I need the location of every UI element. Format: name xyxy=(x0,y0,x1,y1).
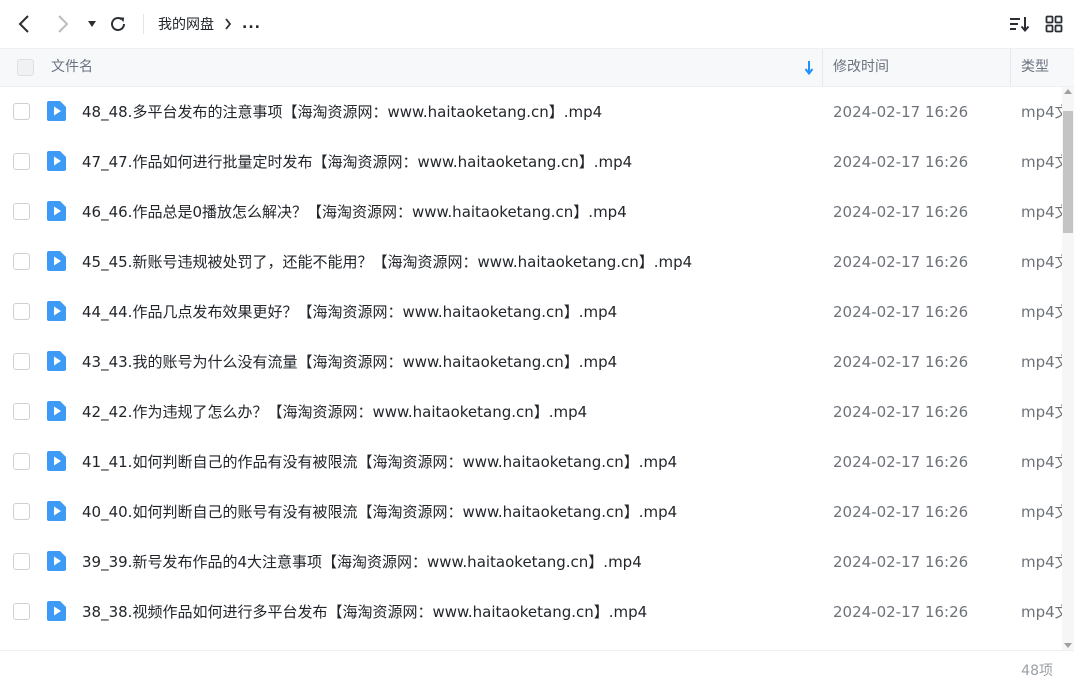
file-modified-time: 2024-02-17 16:26 xyxy=(833,103,969,121)
column-type-header[interactable]: 类型 xyxy=(1021,49,1049,86)
file-row[interactable]: 43_43.我的账号为什么没有流量【海淘资源网：www.haitaoketang… xyxy=(0,337,1062,387)
video-file-icon xyxy=(47,401,66,421)
grid-view-icon xyxy=(1045,15,1063,33)
file-name[interactable]: 48_48.多平台发布的注意事项【海淘资源网：www.haitaoketang.… xyxy=(82,87,602,137)
chevron-left-icon xyxy=(18,15,29,33)
row-checkbox[interactable] xyxy=(13,353,30,370)
file-modified-time: 2024-02-17 16:26 xyxy=(833,553,969,571)
file-name[interactable]: 43_43.我的账号为什么没有流量【海淘资源网：www.haitaoketang… xyxy=(82,337,617,387)
scrollbar-thumb[interactable] xyxy=(1063,111,1073,233)
breadcrumb-root[interactable]: 我的网盘 xyxy=(158,14,214,34)
column-modified-header[interactable]: 修改时间 xyxy=(833,49,889,86)
file-row[interactable]: 41_41.如何判断自己的作品有没有被限流【海淘资源网：www.haitaoke… xyxy=(0,437,1062,487)
chevron-right-icon xyxy=(224,18,232,30)
scroll-down-arrow-icon[interactable] xyxy=(1064,643,1072,648)
file-type: mp4文件 xyxy=(1021,103,1062,121)
video-file-icon xyxy=(47,201,66,221)
file-row[interactable]: 47_47.作品如何进行批量定时发布【海淘资源网：www.haitaoketan… xyxy=(0,137,1062,187)
file-type: mp4文件 xyxy=(1021,253,1062,271)
column-divider[interactable] xyxy=(1010,49,1011,86)
video-file-icon xyxy=(47,251,66,271)
row-checkbox[interactable] xyxy=(13,203,30,220)
grid-view-button[interactable] xyxy=(1042,12,1066,36)
row-checkbox[interactable] xyxy=(13,103,30,120)
video-file-icon xyxy=(47,101,66,121)
file-name[interactable]: 45_45.新账号违规被处罚了，还能不能用？【海淘资源网：www.haitaok… xyxy=(82,237,692,287)
file-type: mp4文件 xyxy=(1021,203,1062,221)
file-row[interactable]: 45_45.新账号违规被处罚了，还能不能用？【海淘资源网：www.haitaok… xyxy=(0,237,1062,287)
row-checkbox[interactable] xyxy=(13,603,30,620)
file-row[interactable]: 40_40.如何判断自己的账号有没有被限流【海淘资源网：www.haitaoke… xyxy=(0,487,1062,537)
column-header: 文件名 修改时间 类型 xyxy=(0,48,1074,87)
file-modified-time: 2024-02-17 16:26 xyxy=(833,603,969,621)
file-type: mp4文件 xyxy=(1021,303,1062,321)
file-name[interactable]: 47_47.作品如何进行批量定时发布【海淘资源网：www.haitaoketan… xyxy=(82,137,632,187)
file-modified-time: 2024-02-17 16:26 xyxy=(833,503,969,521)
breadcrumb: 我的网盘 ... xyxy=(158,13,261,35)
toolbar-divider xyxy=(143,14,144,34)
file-type: mp4文件 xyxy=(1021,553,1062,571)
column-divider[interactable] xyxy=(822,49,823,86)
row-checkbox[interactable] xyxy=(13,453,30,470)
chevron-right-icon xyxy=(58,15,69,33)
video-file-icon xyxy=(47,551,66,571)
forward-button[interactable] xyxy=(51,12,75,36)
file-modified-time: 2024-02-17 16:26 xyxy=(833,353,969,371)
file-type: mp4文件 xyxy=(1021,453,1062,471)
file-type: mp4文件 xyxy=(1021,503,1062,521)
toolbar: 我的网盘 ... xyxy=(0,0,1074,48)
caret-down-icon xyxy=(88,21,96,27)
select-all-checkbox[interactable] xyxy=(17,59,34,76)
row-checkbox[interactable] xyxy=(13,553,30,570)
video-file-icon xyxy=(47,301,66,321)
refresh-button[interactable] xyxy=(106,12,130,36)
item-count: 48项 xyxy=(1021,663,1053,679)
file-row[interactable]: 44_44.作品几点发布效果更好？【海淘资源网：www.haitaoketang… xyxy=(0,287,1062,337)
row-checkbox[interactable] xyxy=(13,253,30,270)
file-list: 48_48.多平台发布的注意事项【海淘资源网：www.haitaoketang.… xyxy=(0,87,1062,650)
file-modified-time: 2024-02-17 16:26 xyxy=(833,253,969,271)
scroll-up-arrow-icon[interactable] xyxy=(1064,89,1072,94)
file-name[interactable]: 39_39.新号发布作品的4大注意事项【海淘资源网：www.haitaoketa… xyxy=(82,537,642,587)
video-file-icon xyxy=(47,151,66,171)
file-name[interactable]: 40_40.如何判断自己的账号有没有被限流【海淘资源网：www.haitaoke… xyxy=(82,487,677,537)
video-file-icon xyxy=(47,351,66,371)
sort-descending-icon[interactable] xyxy=(803,49,815,86)
row-checkbox[interactable] xyxy=(13,303,30,320)
row-checkbox[interactable] xyxy=(13,503,30,520)
file-type: mp4文件 xyxy=(1021,603,1062,621)
file-name[interactable]: 41_41.如何判断自己的作品有没有被限流【海淘资源网：www.haitaoke… xyxy=(82,437,677,487)
refresh-icon xyxy=(111,17,125,31)
file-name[interactable]: 38_38.视频作品如何进行多平台发布【海淘资源网：www.haitaoketa… xyxy=(82,587,647,637)
file-type: mp4文件 xyxy=(1021,353,1062,371)
file-modified-time: 2024-02-17 16:26 xyxy=(833,453,969,471)
file-name[interactable]: 42_42.作为违规了怎么办？【海淘资源网：www.haitaoketang.c… xyxy=(82,387,587,437)
video-file-icon xyxy=(47,601,66,621)
file-name[interactable]: 44_44.作品几点发布效果更好？【海淘资源网：www.haitaoketang… xyxy=(82,287,617,337)
file-row[interactable]: 39_39.新号发布作品的4大注意事项【海淘资源网：www.haitaoketa… xyxy=(0,537,1062,587)
back-button[interactable] xyxy=(12,12,36,36)
video-file-icon xyxy=(47,451,66,471)
file-type: mp4文件 xyxy=(1021,403,1062,421)
history-dropdown-button[interactable] xyxy=(80,12,104,36)
file-row[interactable]: 38_38.视频作品如何进行多平台发布【海淘资源网：www.haitaoketa… xyxy=(0,587,1062,637)
file-name[interactable]: 46_46.作品总是0播放怎么解决？【海淘资源网：www.haitaoketan… xyxy=(82,187,627,237)
vertical-scrollbar[interactable] xyxy=(1062,87,1074,650)
sort-button[interactable] xyxy=(1007,12,1031,36)
file-row[interactable]: 46_46.作品总是0播放怎么解决？【海淘资源网：www.haitaoketan… xyxy=(0,187,1062,237)
file-row[interactable]: 48_48.多平台发布的注意事项【海淘资源网：www.haitaoketang.… xyxy=(0,87,1062,137)
file-modified-time: 2024-02-17 16:26 xyxy=(833,203,969,221)
video-file-icon xyxy=(47,501,66,521)
file-modified-time: 2024-02-17 16:26 xyxy=(833,153,969,171)
sort-icon xyxy=(1010,17,1030,33)
row-checkbox[interactable] xyxy=(13,153,30,170)
breadcrumb-more[interactable]: ... xyxy=(242,16,261,32)
status-bar: 48项 xyxy=(0,650,1074,685)
file-row[interactable]: 42_42.作为违规了怎么办？【海淘资源网：www.haitaoketang.c… xyxy=(0,387,1062,437)
file-type: mp4文件 xyxy=(1021,153,1062,171)
column-name-header[interactable]: 文件名 xyxy=(51,49,93,86)
file-modified-time: 2024-02-17 16:26 xyxy=(833,403,969,421)
row-checkbox[interactable] xyxy=(13,403,30,420)
file-modified-time: 2024-02-17 16:26 xyxy=(833,303,969,321)
